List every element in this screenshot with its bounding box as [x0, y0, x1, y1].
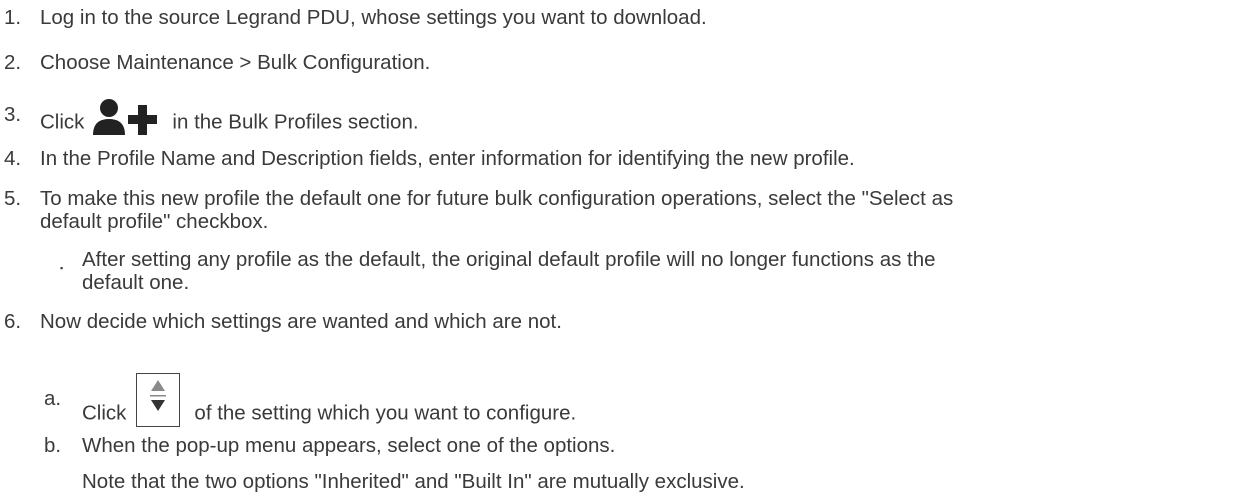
substep-text-after: of the setting which you want to configu… — [194, 401, 577, 425]
substep-text: Click of the setting which you want to c… — [82, 373, 577, 441]
substep-letter: a. — [44, 387, 62, 410]
substep-text-before: Click — [82, 401, 127, 425]
step-text-before: Click — [40, 110, 85, 134]
step-text: Log in to the source Legrand PDU, whose … — [40, 6, 707, 29]
step-text: In the Profile Name and Description fiel… — [40, 147, 855, 170]
substep-letter: b. — [44, 434, 62, 457]
step-number: 1. — [4, 6, 22, 29]
bullet-text-line1: After setting any profile as the default… — [82, 248, 936, 271]
step-number: 6. — [4, 310, 22, 333]
step-number: 3. — [4, 103, 22, 126]
step-number: 2. — [4, 51, 22, 74]
up-down-spinner-icon — [136, 373, 181, 427]
substep-text: When the pop-up menu appears, select one… — [82, 434, 616, 457]
step-text-line1: To make this new profile the default one… — [40, 187, 954, 210]
step-text: Now decide which settings are wanted and… — [40, 310, 562, 333]
step-text-line2: default profile" checkbox. — [40, 210, 269, 233]
add-profile-icon — [90, 97, 166, 137]
step-text: Click in the Bulk Profiles section. — [40, 99, 419, 143]
bullet-text-line2: default one. — [82, 271, 190, 294]
bullet-marker: ▪ — [60, 263, 64, 273]
step-text-after: in the Bulk Profiles section. — [172, 110, 419, 134]
step-number: 4. — [4, 147, 22, 170]
step-text: Choose Maintenance > Bulk Configuration. — [40, 51, 431, 74]
step-number: 5. — [4, 187, 22, 210]
note-text: Note that the two options "Inherited" an… — [82, 470, 745, 493]
